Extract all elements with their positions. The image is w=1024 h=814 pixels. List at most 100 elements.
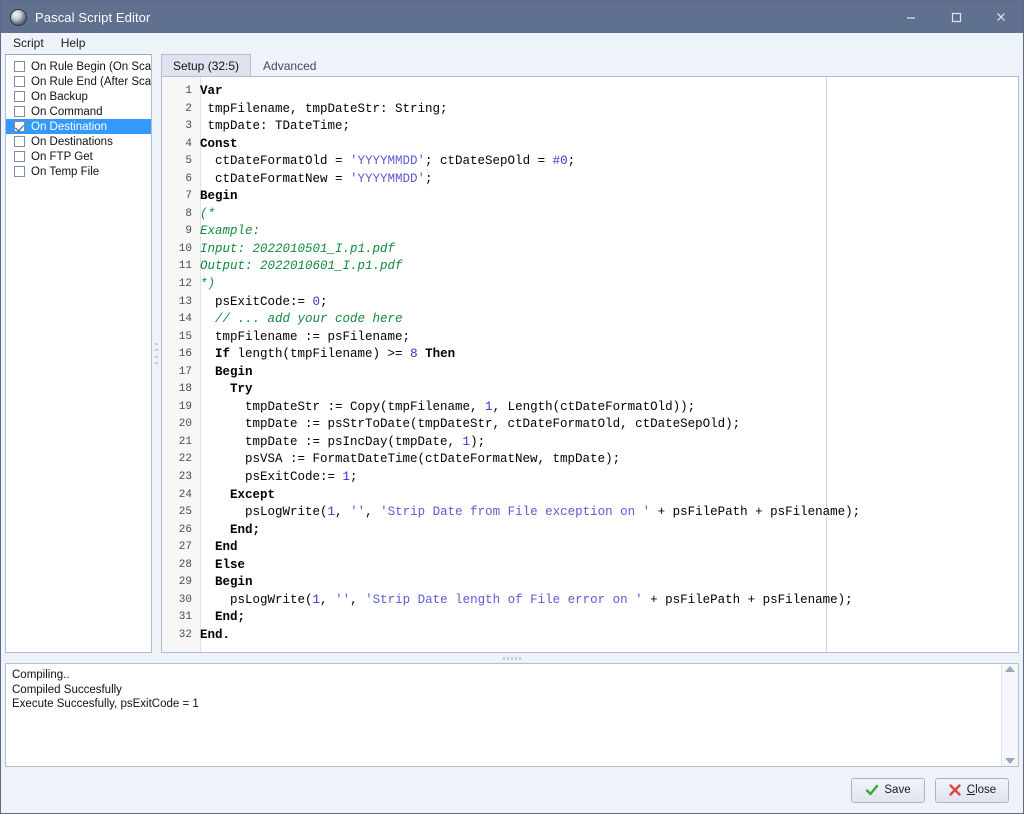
sidebar-item-on-command[interactable]: On Command	[6, 104, 151, 119]
sidebar-item-label: On Backup	[31, 90, 88, 103]
line-number: 3	[185, 120, 192, 133]
token-num: 8	[410, 347, 418, 362]
line-number: 1	[185, 85, 192, 97]
code-line: 6 ctDateFormatNew = 'YYYYMMDD';	[162, 171, 1018, 189]
tab-advanced[interactable]: Advanced	[251, 54, 328, 76]
token-cmt: (*	[200, 206, 216, 221]
line-number: 22	[178, 453, 192, 466]
line-number: 13	[178, 295, 192, 308]
save-button[interactable]: Save	[851, 777, 925, 803]
code-line-text: psExitCode:= 0;	[200, 294, 328, 312]
line-number: 26	[178, 523, 192, 536]
token-pln: psLogWrite(	[200, 505, 328, 520]
sidebar-item-label: On Destinations	[31, 135, 113, 148]
maximize-icon[interactable]	[933, 1, 978, 33]
token-num: 1	[462, 434, 471, 449]
check-icon	[865, 783, 879, 797]
code-line: 13 psExitCode:= 0;	[162, 294, 1018, 312]
log-line: Compiling..	[12, 669, 70, 681]
scroll-up-arrow[interactable]	[1005, 666, 1015, 672]
token-pln: , Length(ctDateFormatOld));	[492, 399, 696, 414]
code-line: 32 End.	[162, 627, 1018, 645]
sidebar-item-label: On Rule Begin (On Scan)	[31, 60, 152, 73]
code-editor[interactable]: 1 Var 2 tmpFilename, tmpDateStr: String; 3 …	[161, 76, 1019, 653]
horizontal-splitter[interactable]	[1, 653, 1023, 663]
code-line: 15 tmpFilename := psFilename;	[162, 329, 1018, 347]
token-kw: Begin	[215, 364, 253, 379]
code-line-text: tmpFilename := psFilename;	[200, 329, 410, 347]
token-pln: ,	[350, 592, 366, 607]
token-pln: psLogWrite(	[200, 592, 313, 607]
close-button[interactable]: Close	[935, 777, 1009, 803]
close-button-label: Close	[967, 784, 996, 796]
line-number: 5	[185, 155, 192, 168]
x-icon	[948, 783, 962, 797]
tab-setup[interactable]: Setup (32:5)	[161, 54, 252, 76]
window-title: Pascal Script Editor	[35, 9, 151, 25]
code-line: 30 psLogWrite(1, '', 'Strip Date length …	[162, 592, 1018, 610]
token-pln	[200, 558, 215, 572]
code-line-text: Except	[200, 487, 275, 505]
checkbox[interactable]	[14, 136, 25, 147]
event-checklist[interactable]: On Rule Begin (On Scan) On Rule End (Afte…	[5, 54, 152, 653]
close-label-rest: lose	[975, 784, 997, 796]
menu-bar: Script Help	[1, 33, 1023, 54]
checkbox[interactable]	[14, 61, 25, 72]
line-number: 19	[178, 400, 192, 413]
token-kw: End;	[215, 610, 246, 625]
token-pln: tmpFilename := psFilename;	[200, 329, 411, 344]
code-line: 3 tmpDate: TDateTime;	[162, 118, 1018, 136]
token-pln	[200, 575, 215, 589]
token-pln: tmpDate := psIncDay(tmpDate,	[200, 434, 463, 449]
scroll-down-arrow[interactable]	[1005, 758, 1015, 764]
code-line-text: ctDateFormatOld = 'YYYYMMDD'; ctDateSepO…	[200, 153, 575, 171]
editor-column: Setup (32:5) Advanced 1 Var 2 tmpFilename,…	[161, 54, 1019, 653]
menu-item-script[interactable]: Script	[8, 34, 53, 53]
sidebar-item-on-destinations[interactable]: On Destinations	[6, 134, 151, 149]
menu-item-help[interactable]: Help	[56, 34, 95, 53]
sidebar-item-on-rule-begin-on-scan[interactable]: On Rule Begin (On Scan)	[6, 59, 151, 74]
token-pln: tmpFilename, tmpDateStr: String;	[200, 101, 448, 116]
close-label-accel: C	[966, 784, 976, 796]
token-pln: ;	[320, 294, 328, 309]
token-str: ''	[335, 592, 351, 607]
code-line: 5 ctDateFormatOld = 'YYYYMMDD'; ctDateSe…	[162, 153, 1018, 171]
main-content: On Rule Begin (On Scan) On Rule End (Afte…	[1, 54, 1023, 653]
token-cmt: Example:	[200, 224, 261, 239]
code-line: 27 End	[162, 539, 1018, 557]
code-line-text: If length(tmpFilename) >= 8 Then	[200, 346, 455, 364]
checkbox[interactable]	[14, 166, 25, 177]
sidebar-item-on-temp-file[interactable]: On Temp File	[6, 164, 151, 179]
sidebar-item-on-destination[interactable]: On Destination	[6, 119, 151, 134]
token-str: 'Strip Date length of File error on '	[365, 592, 643, 607]
token-kw: Begin	[200, 189, 238, 204]
sidebar-item-on-backup[interactable]: On Backup	[6, 89, 151, 104]
sidebar-item-on-ftp-get[interactable]: On FTP Get	[6, 149, 151, 164]
application-window: Pascal Script Editor Script Help On Rule…	[0, 0, 1024, 814]
minimize-icon[interactable]	[888, 1, 933, 33]
vertical-splitter[interactable]	[152, 54, 161, 653]
code-line-text: tmpDate := psStrToDate(tmpDateStr, ctDat…	[200, 416, 740, 434]
code-content[interactable]: 1 Var 2 tmpFilename, tmpDateStr: String; 3 …	[162, 77, 1018, 652]
footer-bar: Save Close	[1, 767, 1023, 813]
checkbox[interactable]	[14, 151, 25, 162]
code-line: 21 tmpDate := psIncDay(tmpDate, 1);	[162, 434, 1018, 452]
close-icon[interactable]	[978, 1, 1023, 33]
code-line: 20 tmpDate := psStrToDate(tmpDateStr, ct…	[162, 416, 1018, 434]
sidebar-item-on-rule-end-after-scan[interactable]: On Rule End (After Scan)	[6, 74, 151, 89]
token-kw: Try	[230, 382, 253, 397]
code-line: 2 tmpFilename, tmpDateStr: String;	[162, 101, 1018, 119]
token-pln: psExitCode:=	[200, 294, 313, 309]
code-line-text: *)	[200, 276, 215, 294]
checkbox[interactable]	[14, 76, 25, 87]
sidebar-item-label: On Rule End (After Scan)	[31, 75, 152, 88]
checkbox[interactable]	[14, 106, 25, 117]
checkbox[interactable]	[14, 121, 25, 132]
splitter-grip-horizontal	[503, 656, 521, 660]
token-kw: Else	[215, 557, 246, 572]
token-kw: Except	[230, 487, 276, 502]
log-scrollbar[interactable]	[1001, 664, 1018, 766]
token-pln: length(tmpFilename) >=	[230, 347, 411, 362]
code-line-text: Input: 2022010501_I.p1.pdf	[200, 241, 395, 259]
checkbox[interactable]	[14, 91, 25, 102]
